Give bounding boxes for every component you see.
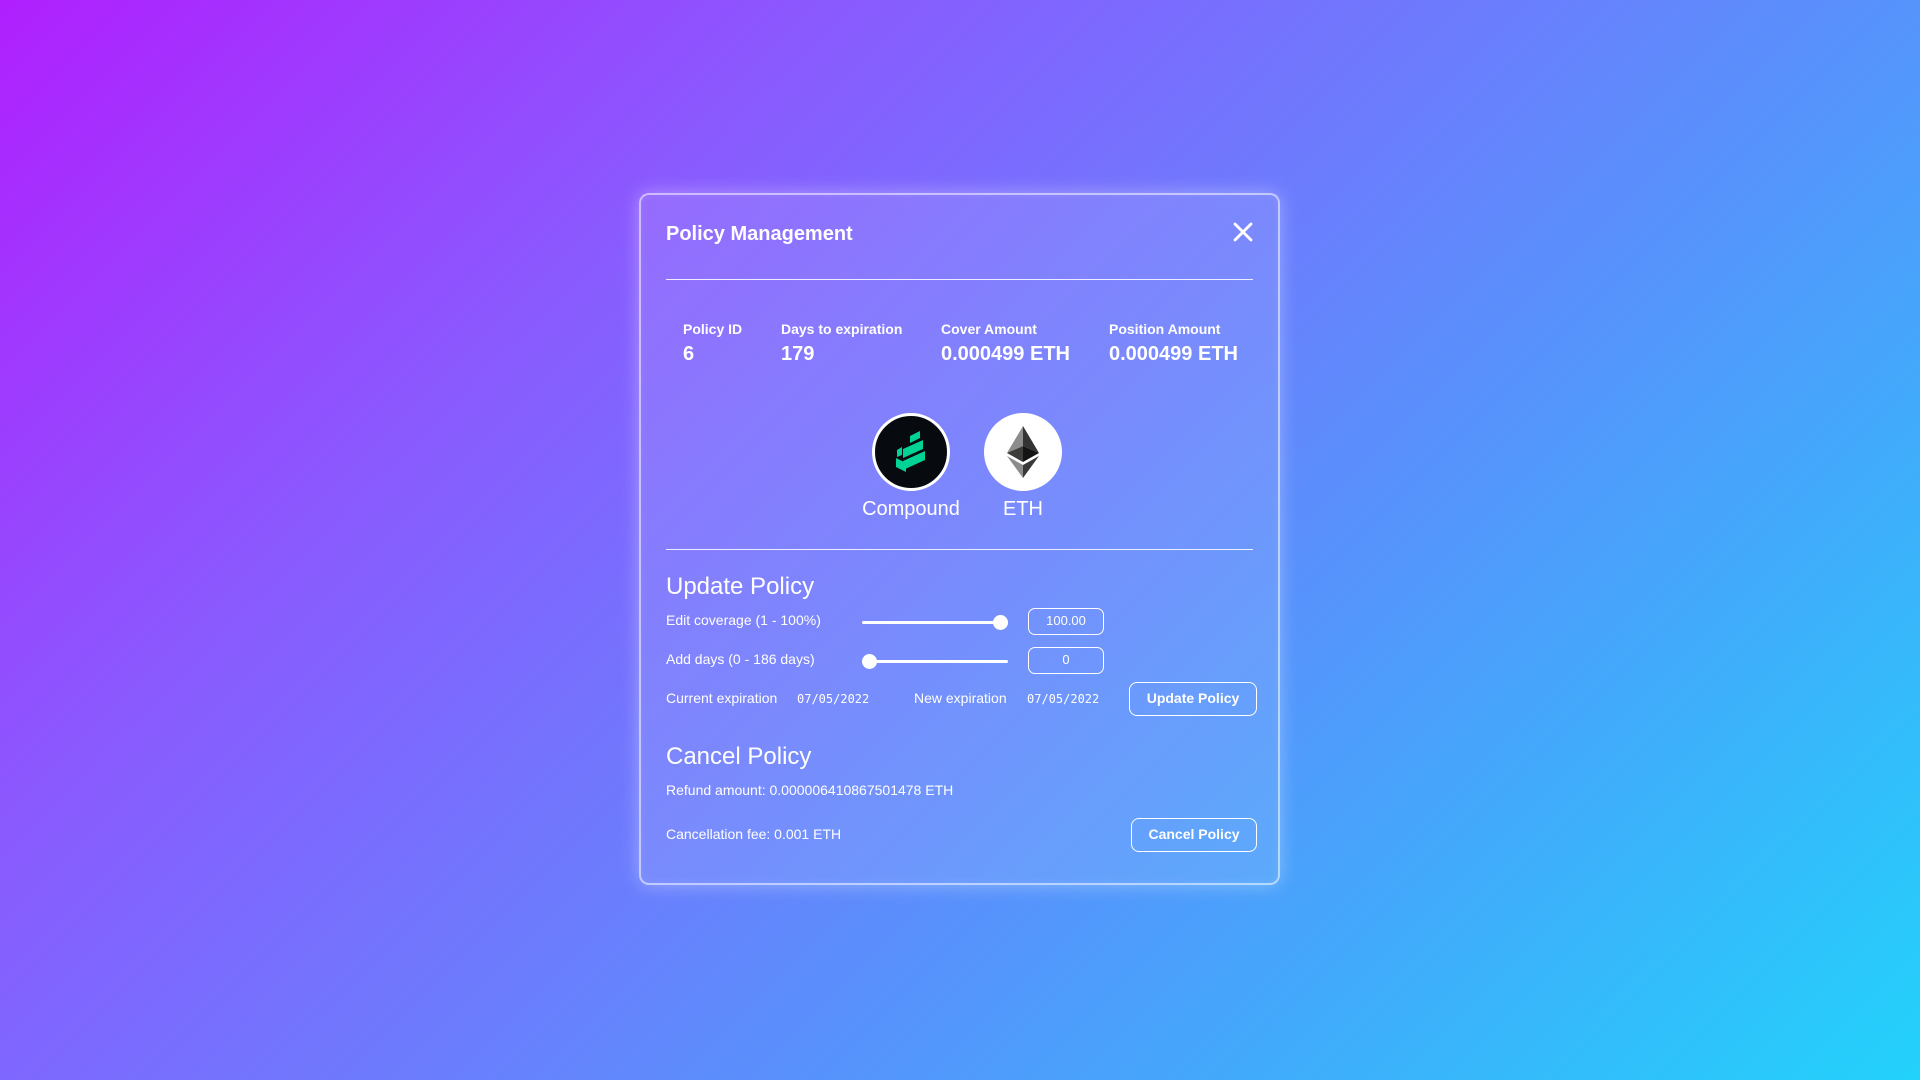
token-compound-name: Compound	[862, 498, 960, 520]
add-days-label: Add days (0 - 186 days)	[666, 651, 815, 667]
cancel-policy-title: Cancel Policy	[666, 743, 812, 770]
position-amount-stat: Position Amount 0.000499 ETH	[1109, 321, 1238, 366]
days-slider-thumb[interactable]	[862, 654, 877, 669]
current-expiration-label: Current expiration	[666, 690, 778, 706]
coverage-input[interactable]: 100.00	[1028, 608, 1104, 635]
policy-id-label: Policy ID	[683, 321, 743, 337]
days-to-expiration-stat: Days to expiration 179	[781, 321, 902, 366]
policy-management-modal: Policy Management Policy ID 6 Days to ex…	[639, 193, 1280, 885]
days-slider[interactable]	[862, 654, 1008, 669]
position-amount-label: Position Amount	[1109, 321, 1221, 337]
days-to-expiration-value: 179	[781, 343, 815, 365]
cover-amount-stat: Cover Amount 0.000499 ETH	[941, 321, 1070, 366]
cover-amount-label: Cover Amount	[941, 321, 1037, 337]
cover-amount-value: 0.000499 ETH	[941, 343, 1070, 365]
refund-amount-text: Refund amount: 0.000006410867501478 ETH	[666, 782, 954, 798]
token-eth: ETH	[963, 413, 1083, 521]
modal-title: Policy Management	[666, 223, 853, 245]
coverage-slider-thumb[interactable]	[993, 615, 1008, 630]
token-compound: Compound	[851, 413, 971, 521]
new-expiration-value: 07/05/2022	[1027, 692, 1100, 706]
close-icon[interactable]	[1230, 219, 1256, 245]
ethereum-logo-icon	[984, 413, 1062, 491]
update-policy-title: Update Policy	[666, 573, 815, 600]
new-expiration-label: New expiration	[914, 690, 1007, 706]
cancellation-fee-text: Cancellation fee: 0.001 ETH	[666, 826, 842, 842]
coverage-slider[interactable]	[862, 615, 1008, 630]
header-divider	[666, 279, 1253, 280]
days-to-expiration-label: Days to expiration	[781, 321, 903, 337]
days-input[interactable]: 0	[1028, 647, 1104, 674]
edit-coverage-label: Edit coverage (1 - 100%)	[666, 612, 821, 628]
position-amount-value: 0.000499 ETH	[1109, 343, 1238, 365]
compound-logo-icon	[872, 413, 950, 491]
section-divider	[666, 549, 1253, 550]
token-eth-name: ETH	[1003, 498, 1043, 520]
update-policy-button[interactable]: Update Policy	[1129, 682, 1257, 716]
policy-id-value: 6	[683, 343, 695, 365]
cancel-policy-button[interactable]: Cancel Policy	[1131, 818, 1257, 852]
current-expiration-value: 07/05/2022	[797, 692, 870, 706]
policy-id-stat: Policy ID 6	[683, 321, 742, 366]
